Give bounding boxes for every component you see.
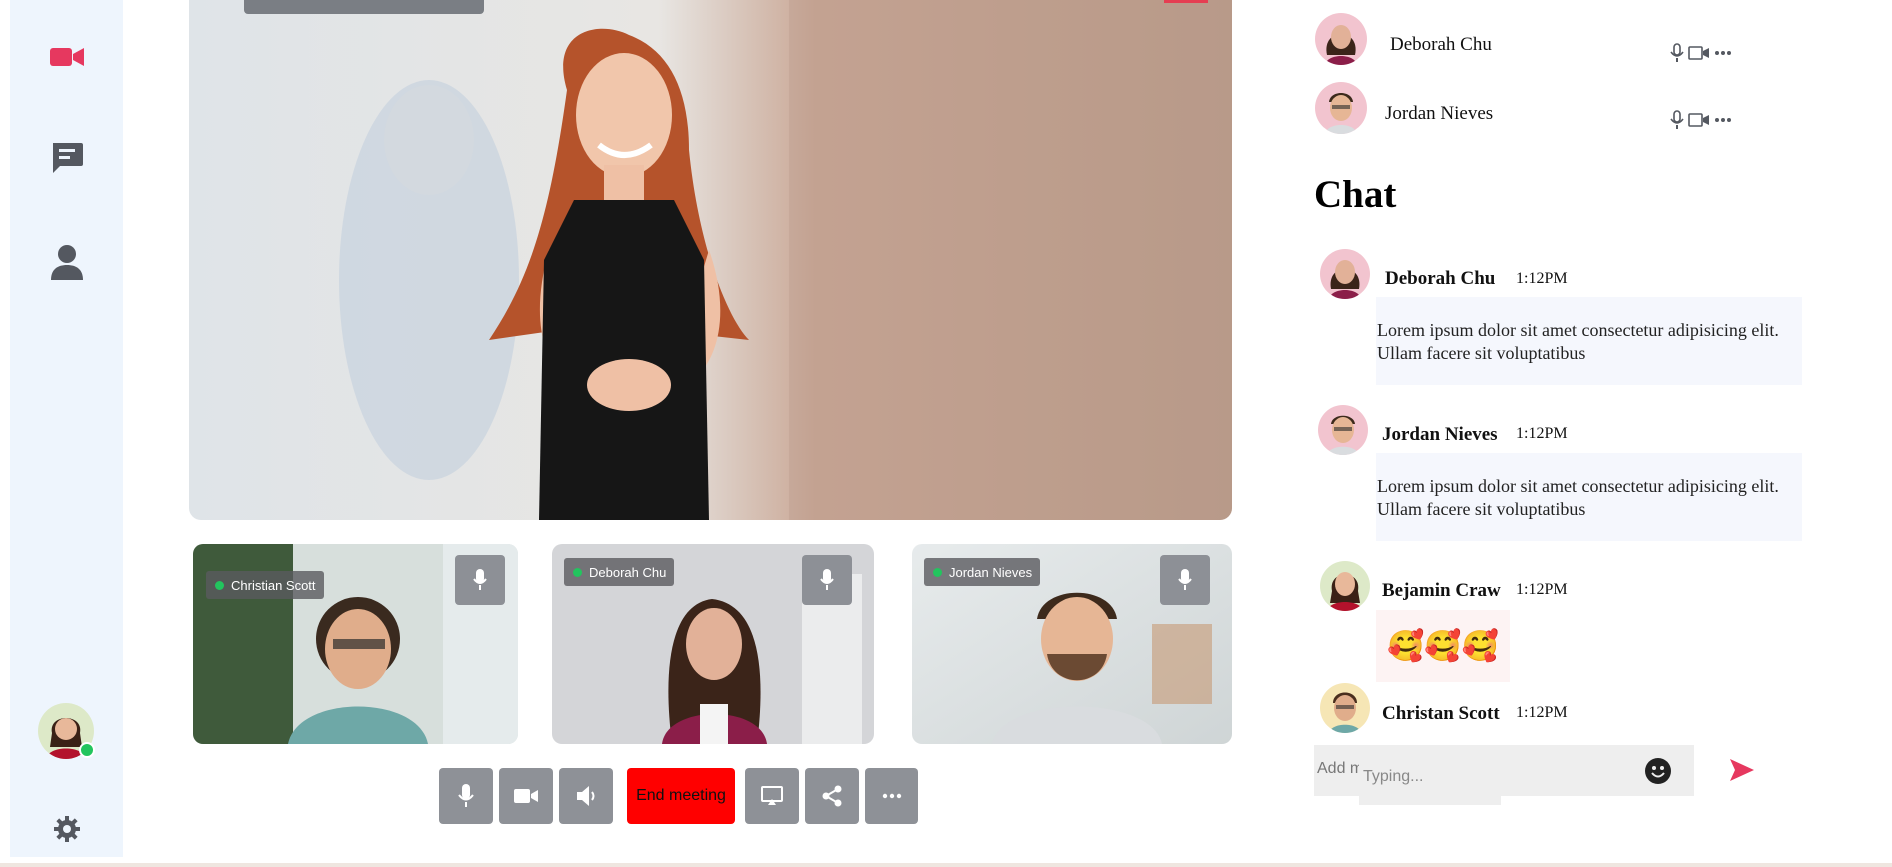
cast-screen-icon bbox=[761, 786, 783, 805]
microphone-icon bbox=[1670, 43, 1684, 62]
avatar bbox=[1315, 82, 1367, 134]
emoji-picker-icon[interactable] bbox=[1644, 757, 1672, 785]
main-video-feed bbox=[189, 0, 1232, 520]
participant-status-icons bbox=[1670, 110, 1732, 130]
message-text: Lorem ipsum dolor sit amet consectetur a… bbox=[1376, 453, 1802, 541]
participant-name: Christian Scott bbox=[231, 577, 316, 593]
participant-list-item[interactable]: Jordan Nieves bbox=[1315, 82, 1755, 134]
online-status-dot bbox=[215, 580, 224, 590]
user-avatar[interactable] bbox=[38, 703, 95, 759]
message-text: Lorem ipsum dolor sit amet consectetur a… bbox=[1376, 297, 1802, 385]
video-camera-icon bbox=[1688, 46, 1709, 60]
screen-share-button[interactable] bbox=[745, 768, 799, 824]
avatar bbox=[1315, 13, 1367, 65]
message-time: 1:12PM bbox=[1516, 581, 1568, 598]
share-button[interactable] bbox=[805, 768, 859, 824]
participant-list-item[interactable]: Deborah Chu bbox=[1315, 13, 1755, 65]
message-author: Jordan Nieves bbox=[1382, 424, 1498, 445]
send-icon[interactable] bbox=[1728, 755, 1756, 785]
message-time: 1:12PM bbox=[1516, 425, 1568, 442]
share-icon bbox=[822, 785, 842, 807]
sidebar-nav bbox=[10, 0, 123, 857]
mic-button[interactable] bbox=[1160, 555, 1210, 605]
chat-bubble-icon[interactable] bbox=[48, 139, 86, 177]
participant-status-icons bbox=[1670, 43, 1732, 63]
avatar bbox=[1320, 683, 1370, 733]
participant-name-tag: Deborah Chu bbox=[564, 558, 675, 586]
speaker-icon bbox=[577, 786, 595, 806]
typing-placeholder: Typing... bbox=[1363, 768, 1424, 785]
online-status-dot bbox=[573, 567, 582, 577]
online-status-dot bbox=[79, 742, 95, 758]
online-status-dot bbox=[933, 567, 942, 577]
message-author: Deborah Chu bbox=[1385, 268, 1496, 289]
participant-name: Deborah Chu bbox=[1390, 34, 1492, 55]
mic-button[interactable] bbox=[802, 555, 852, 605]
microphone-icon bbox=[1670, 110, 1684, 129]
message-time: 1:12PM bbox=[1516, 704, 1568, 721]
participant-tile[interactable]: Jordan Nieves bbox=[912, 544, 1232, 744]
recording-indicator bbox=[1164, 0, 1208, 3]
video-camera-icon bbox=[514, 789, 538, 803]
typing-field[interactable]: Typing... bbox=[1359, 755, 1501, 805]
message-author: Bejamin Craw bbox=[1382, 580, 1501, 601]
avatar bbox=[1320, 561, 1370, 611]
more-dots-icon bbox=[1715, 118, 1731, 122]
message-time: 1:12PM bbox=[1516, 270, 1568, 287]
end-meeting-button[interactable]: End meeting bbox=[627, 768, 735, 824]
participant-tile[interactable]: Christian Scott bbox=[193, 544, 518, 744]
avatar bbox=[1320, 249, 1370, 299]
participant-tile[interactable]: Deborah Chu bbox=[552, 544, 874, 744]
user-icon[interactable] bbox=[48, 243, 86, 281]
message-emoji-bubble: 🥰🥰🥰 bbox=[1376, 610, 1510, 682]
video-camera-icon bbox=[1688, 113, 1709, 127]
avatar bbox=[1318, 405, 1368, 455]
presenter-label bbox=[244, 0, 484, 14]
participant-name: Jordan Nieves bbox=[949, 564, 1033, 580]
participant-name: Jordan Nieves bbox=[1385, 103, 1494, 124]
participant-name-tag: Jordan Nieves bbox=[924, 558, 1041, 586]
speaker-button[interactable] bbox=[559, 768, 613, 824]
microphone-icon bbox=[458, 784, 474, 807]
more-options-button[interactable] bbox=[865, 768, 918, 824]
more-dots-icon bbox=[882, 793, 901, 799]
chat-title: Chat bbox=[1314, 173, 1397, 216]
gear-icon[interactable] bbox=[48, 810, 86, 848]
camera-button[interactable] bbox=[499, 768, 553, 824]
mic-button[interactable] bbox=[455, 555, 505, 605]
more-dots-icon bbox=[1715, 51, 1731, 55]
message-author: Christan Scott bbox=[1382, 703, 1500, 724]
participant-name: Deborah Chu bbox=[589, 564, 667, 580]
message-emojis: 🥰🥰🥰 bbox=[1386, 628, 1500, 664]
chat-input-box[interactable]: Add message Typing... bbox=[1314, 745, 1694, 805]
participant-name-tag: Christian Scott bbox=[206, 571, 324, 599]
video-camera-icon[interactable] bbox=[48, 38, 86, 76]
microphone-button[interactable] bbox=[439, 768, 493, 824]
page-bottom-border bbox=[0, 863, 1892, 867]
